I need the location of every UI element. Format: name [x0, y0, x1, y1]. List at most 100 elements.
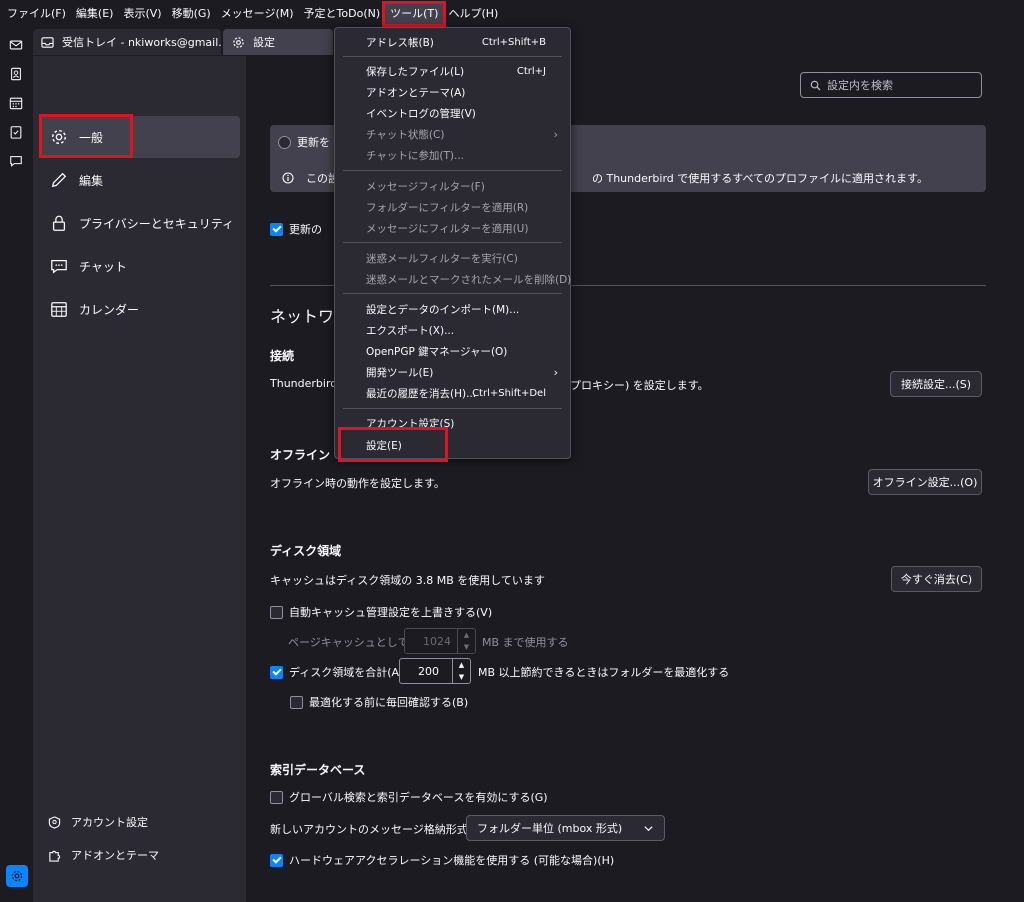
addons-themes-link[interactable]: アドオンとテーマ	[47, 847, 159, 863]
spin-down-icon[interactable]: ▼	[458, 641, 475, 653]
menuitem-run-filters-message[interactable]: メッセージにフィルターを適用(U)	[335, 218, 570, 239]
menuitem-dev-tools[interactable]: 開発ツール(E) ›	[335, 362, 570, 383]
settings-icon[interactable]	[6, 865, 28, 887]
override-cache-checkbox[interactable]: 自動キャッシュ管理設定を上書きする(V)	[270, 604, 492, 620]
menu-edit[interactable]: 編集(E)	[71, 4, 119, 24]
store-type-value: フォルダー単位 (mbox 形式)	[477, 822, 623, 835]
tasks-icon[interactable]	[8, 124, 24, 140]
chat-icon[interactable]	[8, 153, 24, 169]
global-search-label: グローバル検索と索引データベースを有効にする(G)	[289, 791, 548, 804]
menu-file[interactable]: ファイル(F)	[2, 4, 71, 24]
checkbox[interactable]	[290, 695, 303, 709]
update-checkbox-label: 更新の	[289, 223, 322, 236]
update-info: この設	[282, 170, 339, 186]
gear-icon	[231, 35, 245, 49]
category-chat[interactable]: チャット	[41, 245, 240, 287]
chevron-down-icon	[642, 822, 654, 834]
update-radio[interactable]: 更新を	[278, 134, 330, 150]
info-icon	[282, 172, 294, 184]
connection-text-tail: プロキシー) を設定します。	[570, 379, 709, 392]
ask-before-compact-label: 最適化する前に毎回確認する(B)	[309, 696, 469, 709]
menu-view[interactable]: 表示(V)	[118, 4, 166, 24]
account-settings-link[interactable]: アカウント設定	[47, 814, 148, 830]
chat-icon	[49, 256, 69, 276]
highlight-box	[39, 114, 133, 158]
category-privacy-security[interactable]: プライバシーとセキュリティ	[41, 202, 240, 244]
radio-circle[interactable]	[278, 135, 291, 149]
menuitem-join-chat[interactable]: チャットに参加(T)...	[335, 145, 570, 166]
spin-up-icon[interactable]: ▲	[453, 659, 470, 671]
menuitem-delete-junk[interactable]: 迷惑メールとマークされたメールを削除(D)	[335, 269, 571, 290]
global-search-checkbox[interactable]: グローバル検索と索引データベースを有効にする(G)	[270, 789, 548, 805]
update-checkbox[interactable]: 更新の	[270, 221, 322, 237]
checkbox[interactable]	[270, 605, 283, 619]
checkbox[interactable]	[270, 222, 283, 236]
offline-settings-button[interactable]: オフライン設定...(O)	[868, 469, 982, 495]
address-book-icon[interactable]	[8, 66, 24, 82]
menuitem-event-log[interactable]: イベントログの管理(V)	[335, 103, 570, 124]
category-label: チャット	[79, 259, 127, 274]
tab-inbox[interactable]: 受信トレイ - nkiworks@gmail.com	[33, 29, 221, 55]
checkbox[interactable]	[270, 853, 283, 867]
connection-text: Thunderbird	[270, 377, 338, 390]
menuitem-addons[interactable]: アドオンとテーマ(A)	[335, 82, 570, 103]
spin-down-icon[interactable]: ▼	[453, 671, 470, 683]
category-calendar[interactable]: カレンダー	[41, 288, 240, 330]
category-label: プライバシーとセキュリティ	[79, 216, 235, 231]
menuitem-saved-files[interactable]: 保存したファイル(L) Ctrl+J	[335, 61, 570, 82]
menu-separator	[343, 56, 562, 57]
offline-text: オフライン時の動作を設定します。	[270, 477, 445, 490]
store-type-select[interactable]: フォルダー単位 (mbox 形式)	[466, 815, 665, 841]
menuitem-chat-status[interactable]: チャット状態(C) ›	[335, 124, 570, 145]
search-settings-input[interactable]: 設定内を検索	[800, 72, 982, 98]
page-cache-input[interactable]: 1024 ▲ ▼	[404, 628, 476, 654]
menu-message[interactable]: メッセージ(M)	[216, 4, 299, 24]
shortcut-label: Ctrl+Shift+B	[481, 37, 546, 48]
page-cache-unit: MB まで使用する	[482, 636, 569, 649]
menu-events-tasks[interactable]: 予定とToDo(N)	[299, 4, 386, 24]
menuitem-openpgp[interactable]: OpenPGP 鍵マネージャー(O)	[335, 341, 570, 362]
page-cache-value: 1024	[423, 634, 451, 648]
calendar-icon[interactable]	[8, 95, 24, 111]
spin-up-icon[interactable]: ▲	[458, 629, 475, 641]
index-heading: 索引データベース	[270, 763, 366, 777]
spin-buttons[interactable]: ▲ ▼	[452, 659, 470, 683]
ask-before-compact-checkbox[interactable]: 最適化する前に毎回確認する(B)	[290, 694, 468, 710]
menuitem-import[interactable]: 設定とデータのインポート(M)...	[335, 299, 570, 320]
category-compose[interactable]: 編集	[41, 159, 240, 201]
compact-threshold-input[interactable]: 200 ▲ ▼	[399, 658, 471, 684]
chevron-right-icon: ›	[553, 128, 558, 141]
menuitem-run-filters-folder[interactable]: フォルダーにフィルターを適用(R)	[335, 197, 570, 218]
tab-settings[interactable]: 設定	[223, 29, 333, 55]
menuitem-export[interactable]: エクスポート(X)...	[335, 320, 570, 341]
category-general[interactable]: 一般	[39, 114, 240, 158]
hw-accel-checkbox[interactable]: ハードウェアアクセラレーション機能を使用する (可能な場合)(H)	[270, 852, 614, 868]
connection-settings-button[interactable]: 接続設定...(S)	[890, 371, 982, 397]
menu-tools[interactable]: ツール(T)	[382, 0, 447, 27]
compact-checkbox[interactable]: ディスク領域を合計(A)	[270, 664, 403, 680]
menuitem-clear-history[interactable]: 最近の履歴を消去(H)... Ctrl+Shift+Del	[335, 383, 570, 404]
tools-menu: アドレス帳(B) Ctrl+Shift+B 保存したファイル(L) Ctrl+J…	[334, 27, 571, 462]
addons-themes-label: アドオンとテーマ	[71, 849, 159, 862]
calendar-icon	[49, 299, 69, 319]
checkbox[interactable]	[270, 790, 283, 804]
menuitem-label: チャット状態(C)	[366, 129, 445, 141]
override-cache-label: 自動キャッシュ管理設定を上書きする(V)	[289, 606, 493, 619]
checkbox[interactable]	[270, 665, 283, 679]
menu-separator	[343, 408, 562, 409]
menuitem-message-filters[interactable]: メッセージフィルター(F)	[335, 176, 570, 197]
highlight-box	[338, 427, 448, 462]
spin-buttons[interactable]: ▲ ▼	[457, 629, 475, 653]
update-radio-label: 更新を	[297, 136, 330, 149]
menu-help[interactable]: ヘルプ(H)	[443, 4, 503, 24]
mail-icon[interactable]	[8, 37, 24, 53]
cache-usage-text: キャッシュはディスク領域の 3.8 MB を使用しています	[270, 574, 545, 587]
search-placeholder: 設定内を検索	[827, 79, 893, 92]
connection-heading: 接続	[270, 349, 295, 363]
clear-cache-button[interactable]: 今すぐ消去(C)	[891, 566, 982, 592]
menuitem-address-book[interactable]: アドレス帳(B) Ctrl+Shift+B	[335, 32, 570, 53]
offline-heading: オフライン	[270, 448, 331, 462]
menuitem-junk-filters[interactable]: 迷惑メールフィルターを実行(C)	[335, 248, 570, 269]
shortcut-label: Ctrl+J	[516, 66, 546, 77]
menu-go[interactable]: 移動(G)	[167, 4, 216, 24]
